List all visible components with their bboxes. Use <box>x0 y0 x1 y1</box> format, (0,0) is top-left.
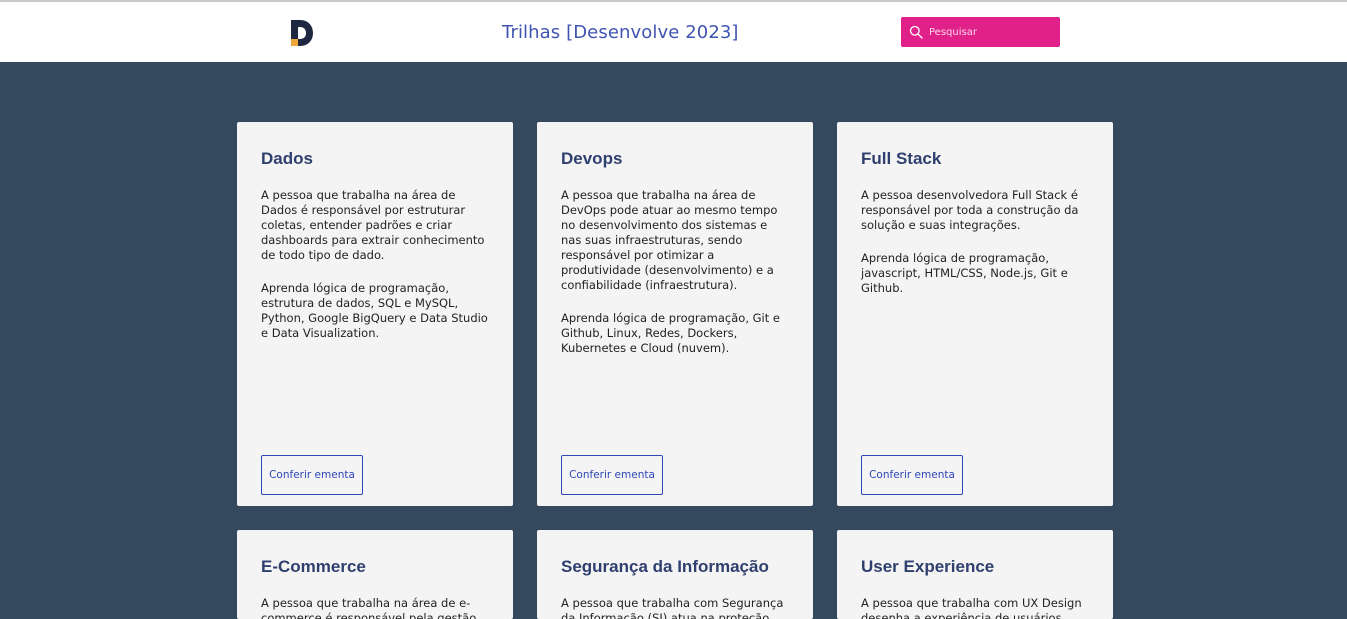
track-card-dados: Dados A pessoa que trabalha na área de D… <box>237 122 513 506</box>
conferir-ementa-button[interactable]: Conferir ementa <box>561 455 663 495</box>
card-learn-text: Aprenda lógica de programação, javascrip… <box>861 251 1068 295</box>
card-learn-text: Aprenda lógica de programação, estrutura… <box>261 281 488 340</box>
card-description: A pessoa que trabalha na área de DevOps … <box>561 188 778 292</box>
page-title: Trilhas [Desenvolve 2023] <box>502 22 739 43</box>
conferir-ementa-button[interactable]: Conferir ementa <box>861 455 963 495</box>
card-title: Devops <box>561 149 623 168</box>
card-title: E-Commerce <box>261 557 366 576</box>
card-title: Segurança da Informação <box>561 557 769 576</box>
track-card-user-experience: User Experience A pessoa que trabalha co… <box>837 530 1113 619</box>
search-box[interactable] <box>901 17 1060 47</box>
logo-d-icon <box>291 20 313 46</box>
track-card-devops: Devops A pessoa que trabalha na área de … <box>537 122 813 506</box>
card-learn-text: Aprenda lógica de programação, Git e Git… <box>561 311 780 355</box>
card-description: A pessoa desenvolvedora Full Stack é res… <box>861 188 1079 232</box>
search-input[interactable] <box>929 26 1049 38</box>
site-header: Trilhas [Desenvolve 2023] <box>0 2 1347 62</box>
logo[interactable] <box>289 19 315 47</box>
card-description: A pessoa que trabalha na área de Dados é… <box>261 188 485 262</box>
conferir-ementa-button[interactable]: Conferir ementa <box>261 455 363 495</box>
card-description: A pessoa que trabalha na área de e-comme… <box>261 596 477 619</box>
card-description: A pessoa que trabalha com Segurança da I… <box>561 596 784 619</box>
card-title: Dados <box>261 149 313 168</box>
track-card-e-commerce: E-Commerce A pessoa que trabalha na área… <box>237 530 513 619</box>
card-title: User Experience <box>861 557 995 576</box>
track-card-full-stack: Full Stack A pessoa desenvolvedora Full … <box>837 122 1113 506</box>
card-description: A pessoa que trabalha com UX Design dese… <box>861 596 1082 619</box>
search-icon <box>909 25 923 39</box>
track-card-seguranca: Segurança da Informação A pessoa que tra… <box>537 530 813 619</box>
card-title: Full Stack <box>861 149 942 168</box>
